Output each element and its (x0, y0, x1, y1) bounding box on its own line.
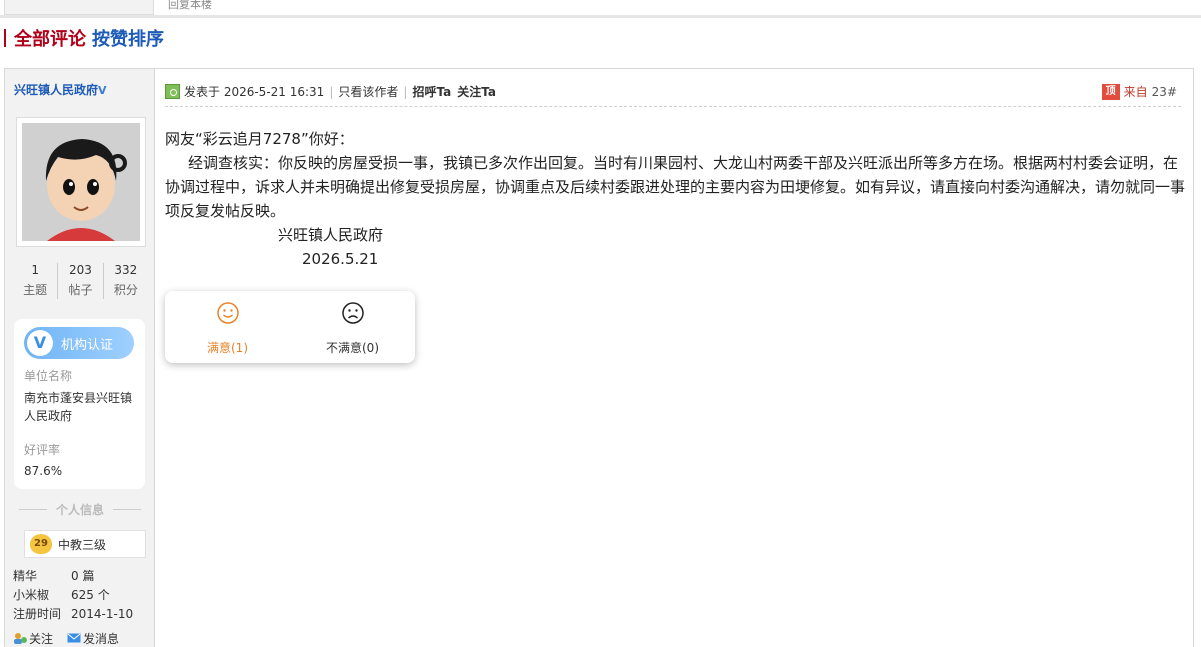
sort-by-likes-tab[interactable]: 按赞排序 (92, 25, 164, 51)
info-register: 注册时间 2014-1-10 (13, 605, 133, 622)
personal-info-heading: 个人信息 (15, 501, 145, 518)
author-name[interactable]: 兴旺镇人民政府V (14, 81, 107, 98)
author-stats: 1 主题 203 帖子 332 积分 (13, 263, 148, 299)
info-key: 注册时间 (13, 607, 62, 621)
avatar-cartoon-icon (22, 123, 140, 241)
signature: 兴旺镇人民政府 (278, 226, 384, 244)
post-meta-bar: 发表于 2026-5-21 16:31 | 只看该作者 | 招呼Ta 关注Ta … (165, 77, 1181, 107)
verified-icon: V (98, 84, 107, 97)
previous-post-sidebar-edge (4, 0, 154, 15)
stat-points-value: 332 (114, 263, 138, 277)
all-comments-tab[interactable]: 全部评论 (14, 25, 86, 51)
cert-label: 机构认证 (61, 337, 114, 353)
info-key: 精华 (13, 569, 38, 583)
avatar[interactable] (16, 117, 146, 247)
author-sidebar: 兴旺镇人民政府V 1 主题 203 帖子 332 积分 V 机构认证 单位名称 … (5, 69, 155, 647)
follow-user-icon (14, 633, 27, 644)
title-accent-bar (4, 29, 6, 47)
rating-value: 87.6% (24, 464, 63, 478)
author-online-icon (165, 84, 180, 99)
info-pepper: 小米椒 625 个 (13, 586, 110, 603)
level-name: 中教三级 (58, 537, 107, 552)
greet-link[interactable]: 招呼Ta (412, 83, 451, 100)
post-body: 网友“彩云追月7278”你好： 经调查核实：你反映的房屋受损一事，我镇已多次作出… (165, 127, 1185, 271)
info-key: 小米椒 (13, 588, 50, 602)
from-label[interactable]: 来自 (1124, 83, 1148, 100)
user-level[interactable]: 29 中教三级 (24, 530, 146, 558)
info-value: 0 篇 (71, 569, 95, 583)
author-name-text[interactable]: 兴旺镇人民政府 (14, 83, 98, 97)
meta-separator: | (329, 84, 334, 99)
follow-author-link[interactable]: 关注Ta (457, 83, 496, 100)
certification-card: V 机构认证 单位名称 南充市蓬安县兴旺镇人民政府 好评率 87.6% (14, 319, 145, 489)
stat-threads-value: 1 (31, 263, 39, 277)
rating-key: 好评率 (24, 443, 61, 457)
meta-separator: | (403, 84, 408, 99)
comments-header: 全部评论 按赞排序 (4, 26, 164, 50)
unsatisfied-label: 不满意(0) (326, 341, 379, 355)
author-actions: 关注 发消息 (13, 630, 119, 647)
smile-icon (216, 302, 239, 324)
unit-name-value: 南充市蓬安县兴旺镇人民政府 (24, 391, 133, 423)
stat-posts-value: 203 (69, 263, 92, 277)
unit-name-key: 单位名称 (24, 369, 73, 383)
satisfied-button[interactable]: 满意(1) (165, 291, 290, 363)
stat-threads[interactable]: 1 主题 (13, 263, 59, 299)
stat-points[interactable]: 332 积分 (104, 263, 148, 299)
info-essence: 精华 0 篇 (13, 567, 94, 584)
stat-points-label: 积分 (113, 283, 138, 297)
info-value: 625 个 (71, 588, 110, 602)
mail-icon (67, 633, 81, 643)
satisfied-label: 满意(1) (207, 341, 248, 355)
stat-posts-label: 帖子 (68, 283, 93, 297)
greeting-line: 网友“彩云追月7278”你好： (165, 130, 354, 148)
message-label: 发消息 (83, 632, 120, 646)
stat-threads-label: 主题 (23, 283, 48, 297)
post-content: 发表于 2026-5-21 16:31 | 只看该作者 | 招呼Ta 关注Ta … (165, 69, 1185, 647)
institution-cert-badge[interactable]: V 机构认证 (24, 327, 134, 359)
follow-label: 关注 (29, 632, 54, 646)
post-container: 兴旺镇人民政府V 1 主题 203 帖子 332 积分 V 机构认证 单位名称 … (4, 68, 1194, 647)
floor-number[interactable]: 23# (1152, 85, 1177, 99)
stat-posts[interactable]: 203 帖子 (58, 263, 104, 299)
info-value: 2014-1-10 (71, 607, 134, 621)
post-time: 发表于 2026-5-21 16:31 (184, 85, 325, 99)
signature-date: 2026.5.21 (302, 250, 379, 268)
top-strip: 回复本楼 (0, 0, 1201, 18)
satisfaction-rating: 满意(1) 不满意(0) (165, 291, 415, 363)
frown-icon (341, 302, 364, 324)
unsatisfied-button[interactable]: 不满意(0) (290, 291, 415, 363)
follow-action[interactable]: 关注 (13, 630, 53, 647)
level-badge-icon: 29 (30, 534, 52, 554)
reply-link[interactable]: 回复本楼 (168, 0, 212, 12)
only-author-link[interactable]: 只看该作者 (338, 83, 398, 100)
post-source: 顶 来自 23# (1101, 83, 1177, 100)
reply-paragraph: 经调查核实：你反映的房屋受损一事，我镇已多次作出回复。当时有川果园村、大龙山村两… (165, 154, 1186, 220)
verified-v-icon: V (27, 330, 53, 356)
message-action[interactable]: 发消息 (67, 630, 119, 647)
top-post-icon[interactable]: 顶 (1101, 83, 1120, 100)
